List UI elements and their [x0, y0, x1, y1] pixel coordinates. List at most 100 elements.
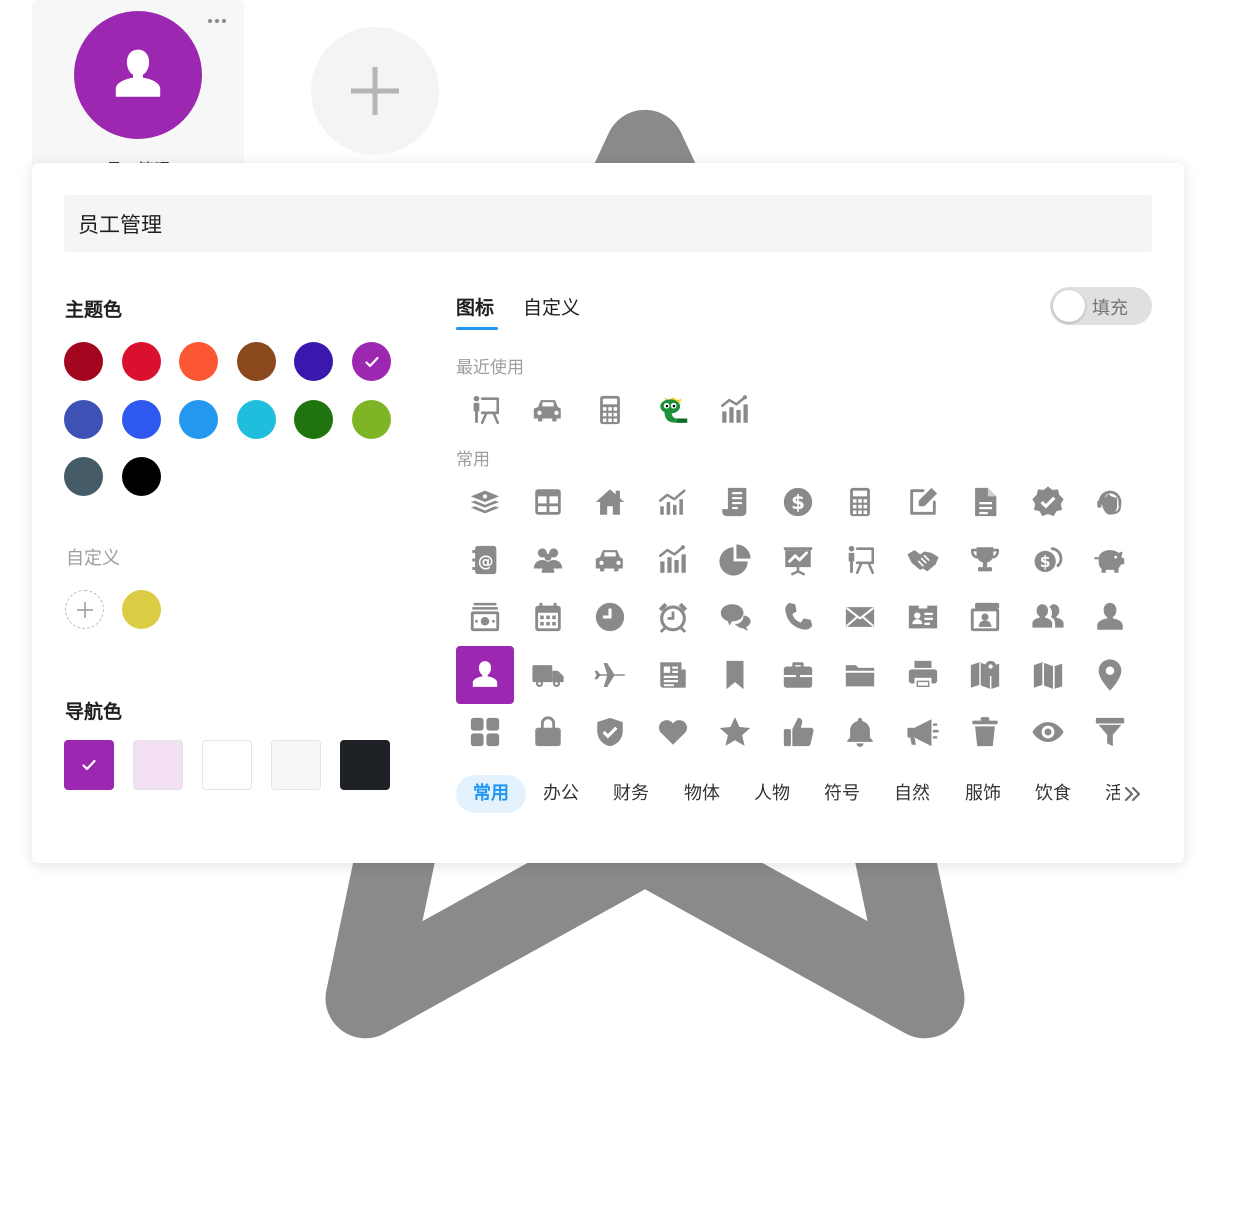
more-icon[interactable] [206, 12, 228, 30]
icon-option[interactable] [706, 473, 764, 531]
icon-option[interactable] [519, 646, 577, 704]
icon-option[interactable] [706, 703, 764, 761]
app-name-input[interactable] [64, 195, 1152, 252]
icon-option[interactable] [1081, 531, 1139, 589]
theme-color-swatch[interactable] [179, 342, 219, 381]
category-tab[interactable]: 财务 [596, 775, 666, 813]
theme-color-swatch[interactable] [121, 399, 161, 439]
add-custom-color-button[interactable] [65, 590, 104, 629]
icon-option[interactable] [519, 703, 577, 761]
icon-option[interactable] [894, 473, 952, 531]
icon-option[interactable] [644, 703, 702, 761]
icon-option[interactable] [894, 531, 952, 589]
icon-option[interactable] [456, 473, 514, 531]
icon-option[interactable] [1019, 588, 1077, 646]
theme-color-swatch[interactable] [294, 342, 334, 381]
icon-option[interactable] [831, 473, 889, 531]
icon-option[interactable] [1019, 703, 1077, 761]
icon-option[interactable] [956, 588, 1014, 646]
icon-option[interactable] [456, 645, 514, 704]
category-tab[interactable]: 物体 [667, 775, 737, 813]
custom-color-swatch[interactable] [122, 590, 161, 629]
icon-option[interactable] [1081, 473, 1139, 531]
fill-toggle[interactable]: 填充 [1050, 287, 1152, 325]
icon-option[interactable] [831, 646, 889, 704]
icon-option[interactable] [769, 646, 827, 704]
theme-color-swatch[interactable] [64, 457, 103, 496]
icon-option[interactable]: @ [456, 531, 514, 589]
icon-option[interactable] [706, 381, 764, 439]
nav-color-swatch[interactable] [271, 740, 321, 790]
nav-color-swatch[interactable] [133, 740, 183, 790]
icon-option[interactable] [581, 588, 639, 646]
icon-option[interactable] [706, 531, 764, 589]
icon-option[interactable] [956, 531, 1014, 589]
icon-option[interactable] [644, 381, 702, 439]
theme-color-swatch[interactable] [121, 342, 161, 381]
icon-option[interactable] [1019, 646, 1077, 704]
app-icon[interactable] [74, 11, 202, 139]
icon-option[interactable] [1019, 473, 1077, 531]
icon-option[interactable] [581, 473, 639, 531]
nav-color-swatch[interactable] [64, 740, 114, 790]
nav-color-swatch[interactable] [202, 740, 252, 790]
category-tab[interactable]: 办公 [526, 775, 596, 813]
tab-icons[interactable]: 图标 [456, 293, 494, 320]
theme-color-swatch[interactable] [121, 457, 161, 496]
icon-option[interactable]: $ [769, 473, 827, 531]
category-tab[interactable]: 服饰 [948, 775, 1018, 813]
icon-option[interactable] [644, 473, 702, 531]
icon-option[interactable] [644, 588, 702, 646]
icon-option[interactable] [456, 588, 514, 646]
theme-color-swatch[interactable] [64, 399, 103, 439]
icon-option[interactable] [519, 588, 577, 646]
icon-option[interactable] [1081, 588, 1139, 646]
icon-option[interactable] [644, 531, 702, 589]
icon-option[interactable] [644, 646, 702, 704]
theme-color-swatch[interactable] [179, 399, 219, 439]
category-tab[interactable]: 人物 [737, 775, 807, 813]
trash-icon [972, 717, 998, 747]
icon-option[interactable] [769, 588, 827, 646]
theme-color-swatch[interactable] [236, 342, 276, 381]
icon-option[interactable] [706, 588, 764, 646]
category-tab[interactable]: 常用 [456, 775, 526, 813]
nav-color-swatch[interactable] [340, 740, 390, 790]
category-tab[interactable]: 自然 [877, 775, 947, 813]
icon-option[interactable] [956, 473, 1014, 531]
theme-color-swatch[interactable] [352, 399, 391, 439]
icon-option[interactable] [956, 703, 1014, 761]
icon-option[interactable] [581, 646, 639, 704]
icon-option[interactable] [581, 381, 639, 439]
icon-option[interactable] [831, 703, 889, 761]
icon-option[interactable] [1081, 703, 1139, 761]
icon-option[interactable] [894, 703, 952, 761]
theme-color-swatch[interactable] [294, 399, 334, 439]
icon-option[interactable] [581, 531, 639, 589]
icon-option[interactable] [956, 646, 1014, 704]
icon-option[interactable] [831, 531, 889, 589]
icon-option[interactable] [894, 646, 952, 704]
icon-option[interactable] [1081, 646, 1139, 704]
category-tab[interactable]: 饮食 [1018, 775, 1088, 813]
tab-custom[interactable]: 自定义 [523, 293, 580, 320]
icon-option[interactable] [581, 703, 639, 761]
category-tab[interactable]: 符号 [807, 775, 877, 813]
icon-option[interactable] [831, 588, 889, 646]
icon-option[interactable] [519, 381, 577, 439]
theme-color-swatch[interactable] [64, 342, 103, 381]
add-app-button[interactable] [311, 27, 439, 155]
icon-option[interactable] [706, 646, 764, 704]
icon-option[interactable] [894, 588, 952, 646]
icon-option[interactable] [456, 381, 514, 439]
icon-option[interactable] [769, 703, 827, 761]
alarm-icon [658, 602, 687, 633]
icon-option[interactable] [456, 703, 514, 761]
icon-option[interactable] [769, 531, 827, 589]
theme-color-swatch[interactable] [236, 399, 276, 439]
more-categories-button[interactable] [1120, 779, 1146, 809]
icon-option[interactable] [519, 473, 577, 531]
icon-option[interactable]: $ [1019, 531, 1077, 589]
theme-color-swatch[interactable] [352, 342, 391, 381]
icon-option[interactable] [519, 531, 577, 589]
